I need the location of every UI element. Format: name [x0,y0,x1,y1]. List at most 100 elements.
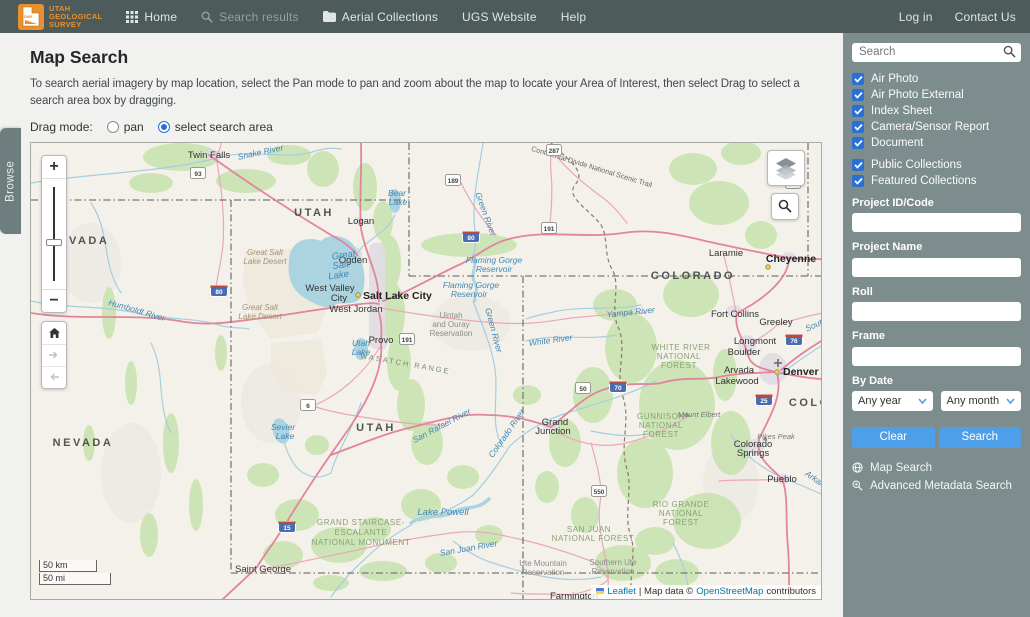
roll-input[interactable] [852,302,1021,321]
frame-field: Frame [852,330,1021,366]
search-plus-icon [852,480,863,491]
checkbox-document[interactable]: Document [852,137,1021,150]
checkbox-box[interactable] [852,137,864,149]
map-label-utah: UTAH [356,422,396,434]
map-label-white-river: White River [528,331,574,347]
map-label-reservation: Reservation [592,567,635,576]
city-marker [765,263,771,270]
map-label-south: South [804,314,822,333]
checkbox-label: Air Photo [871,72,919,85]
roll-label: Roll [852,285,873,298]
route-shield-50: 50 [575,381,591,394]
map-container[interactable]: UTAHNEVADANEVADAUTAHCOLORADOCOLORADOTwin… [30,141,822,600]
nav-item-home[interactable]: Home [126,10,177,24]
map-label-pueblo: Pueblo [767,474,797,485]
project-name-field: Project Name [852,241,1021,277]
svg-text:6: 6 [306,402,310,409]
checkbox-featured-collections[interactable]: Featured Collections [852,175,1021,188]
attribution-suffix: contributors [766,585,816,597]
route-shield-550: 550 [591,484,607,497]
checkbox-public-collections[interactable]: Public Collections [852,159,1021,172]
osm-link[interactable]: OpenStreetMap [696,586,763,597]
ugs-logo[interactable]: DNR UTAH GEOLOGICAL SURVEY [18,3,102,30]
check-icon [853,123,863,131]
checkbox-box[interactable] [852,159,864,171]
nav-item-aerial-collections[interactable]: Aerial Collections [322,9,439,24]
checkbox-air-photo[interactable]: Air Photo [852,73,1021,86]
project-name-input[interactable] [852,257,1021,277]
zoom-slider-handle[interactable] [46,238,62,246]
check-icon [853,107,863,115]
map-label-southern-ute: Southern Ute [589,558,637,567]
map-label-longmont: Longmont [734,336,777,347]
extent-forward-button[interactable] [42,343,66,366]
nav-item-ugs-website[interactable]: UGS Website [462,10,537,24]
map-label-lake-desert: Lake Desert [238,312,282,321]
browse-tab[interactable]: Browse [0,128,21,234]
svg-text:93: 93 [194,170,202,177]
map-label-lakewood: Lakewood [715,376,758,387]
home-extent-button[interactable] [42,322,66,344]
checkbox-label: Public Collections [871,158,962,171]
interstate-shield-70: 70 [609,380,627,393]
checkbox-camera-sensor-report[interactable]: Camera/Sensor Report [852,121,1021,134]
radio-pan[interactable]: pan [106,120,144,134]
map-scale: 50 km 50 mi [39,559,111,585]
nav-item-search-results[interactable]: Search results [201,10,299,24]
frame-input[interactable] [852,346,1021,366]
checkbox-box[interactable] [852,73,864,85]
checkbox-air-photo-external[interactable]: Air Photo External [852,89,1021,102]
map-label-escalante: ESCALANTE [335,528,388,537]
check-icon [853,75,863,83]
year-select[interactable]: Any year [852,390,933,411]
search-input[interactable] [852,42,1021,62]
map-label-reservoir: Reservoir [476,264,514,274]
month-select[interactable]: Any month [940,390,1021,411]
zoom-in-button[interactable]: + [42,156,66,178]
search-icon [778,199,792,213]
map-search-control[interactable] [771,192,799,220]
extent-back-button[interactable] [42,365,66,388]
nav-item-log-in[interactable]: Log in [899,10,933,24]
map-search-link[interactable]: Map Search [852,461,1021,475]
svg-text:50: 50 [579,385,587,392]
checkbox-index-sheet[interactable]: Index Sheet [852,105,1021,118]
checkbox-box[interactable] [852,121,864,133]
frame-label: Frame [852,330,886,342]
checkbox-box[interactable] [852,89,864,101]
advanced-metadata-search-link[interactable]: Advanced Metadata Search [852,479,1021,493]
app-root: DNR UTAH GEOLOGICAL SURVEY Home Search re… [0,0,1030,617]
by-date-section: By Date Any year Any month [852,375,1021,411]
map-label-mount-elbert: Mount Elbert [678,410,721,419]
map-label-boulder: Boulder [728,347,761,358]
scale-km: 50 km [39,559,97,572]
radio-select-icon[interactable] [157,120,170,133]
map-artwork: UTAHNEVADANEVADAUTAHCOLORADOCOLORADOTwin… [31,142,822,599]
flag-icon [596,588,605,594]
clear-button[interactable]: Clear [852,426,935,448]
checkbox-box[interactable] [852,105,864,117]
nav-item-label: Aerial Collections [341,9,439,24]
zoom-slider[interactable] [42,177,66,290]
radio-select-search-area[interactable]: select search area [157,120,273,134]
search-icon [201,11,213,23]
map-label-springs: Springs [737,448,769,459]
layer-checkbox-group: Air Photo Air Photo External Index Sheet Ca… [852,73,1021,150]
leaflet-link[interactable]: Leaflet [607,586,636,597]
search-sidebar: Air Photo Air Photo External Index Sheet Ca… [843,33,1030,617]
layers-control[interactable] [767,149,805,186]
zoom-out-button[interactable]: − [42,290,66,312]
map-label-lake-desert: Lake Desert [243,257,287,266]
map-label-junction: Junction [535,426,570,437]
layers-icon [776,157,796,179]
radio-pan-icon[interactable] [106,120,119,133]
nav-item-help[interactable]: Help [561,10,586,24]
map-label-colorado: COLORADO [789,397,822,409]
map-label-reservation: Reservation [522,568,565,577]
checkbox-box[interactable] [852,175,864,187]
search-button[interactable]: Search [938,426,1021,448]
nav-item-contact-us[interactable]: Contact Us [955,10,1016,24]
attribution-text: | Map data © [638,585,694,597]
route-shield-189: 189 [445,173,461,186]
project-id-code-input[interactable] [852,213,1021,232]
